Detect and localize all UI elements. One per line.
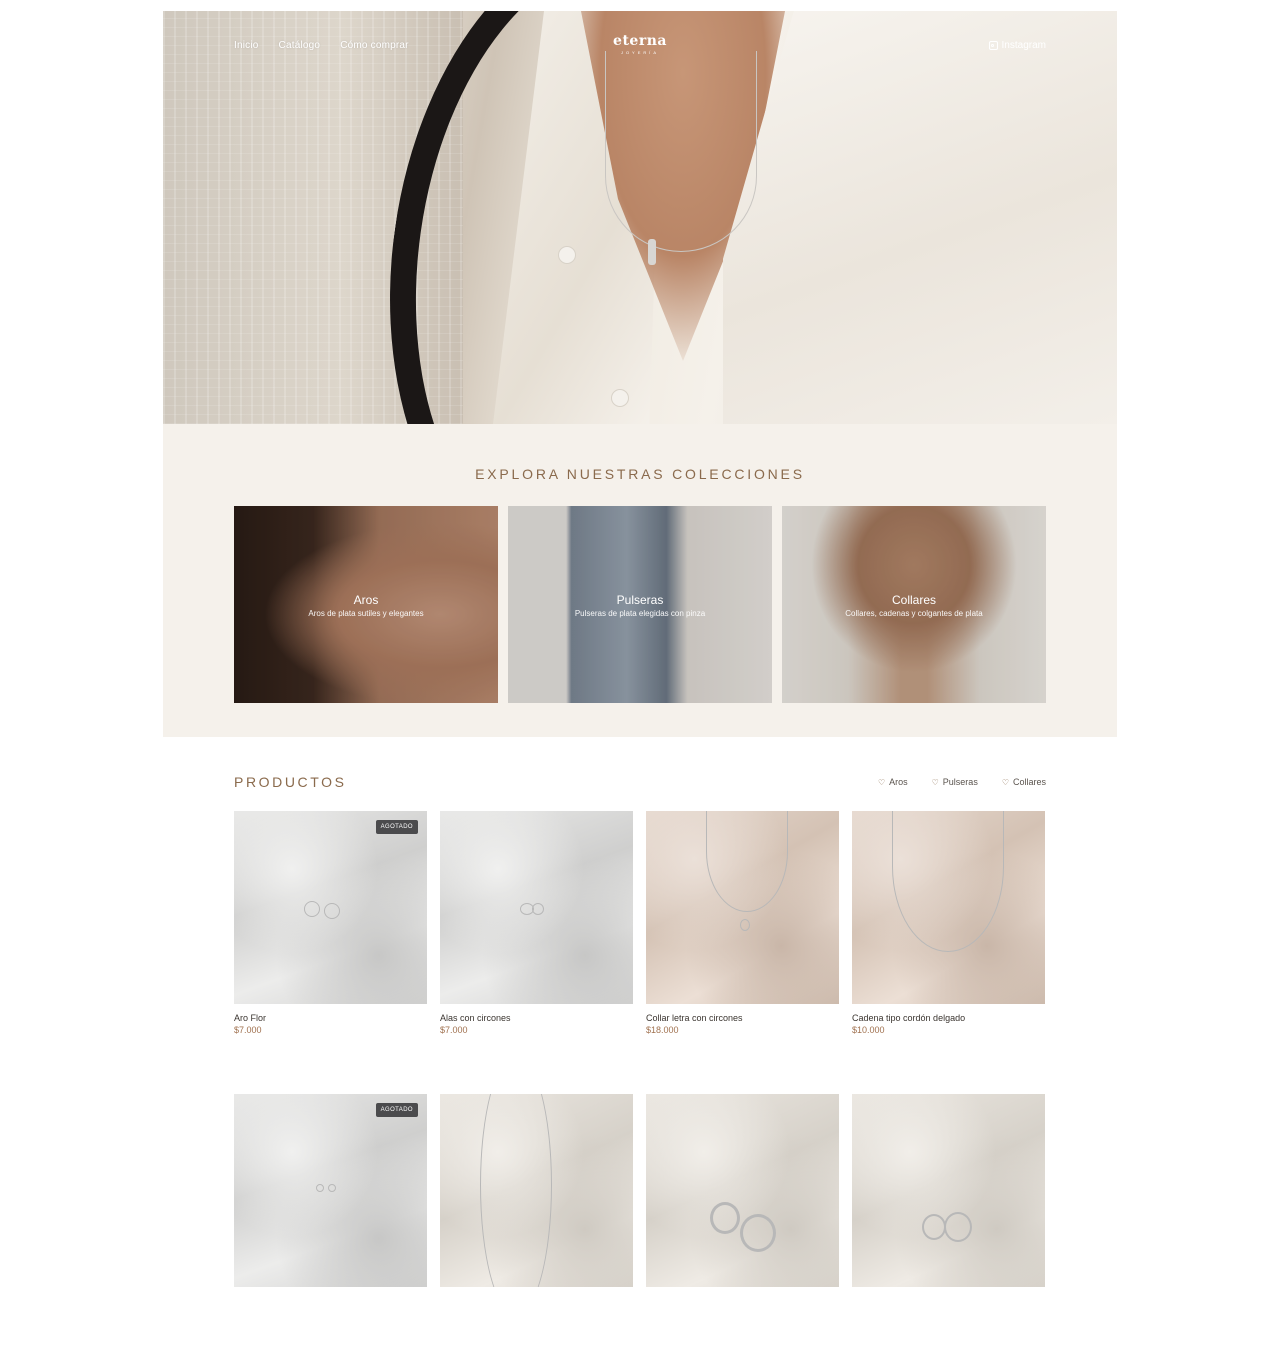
collection-card-desc: Collares, cadenas y colgantes de plata <box>845 609 983 618</box>
earring-shape <box>304 901 320 917</box>
product-row: AGOTADO <box>234 1094 1046 1287</box>
product-image <box>646 811 839 1004</box>
product-image <box>440 811 633 1004</box>
product-image <box>440 1094 633 1287</box>
collection-card-title: Collares <box>891 593 936 607</box>
product-card[interactable]: Cadena tipo cordón delgado $10.000 <box>852 811 1045 1035</box>
earring-shape <box>316 1184 324 1192</box>
product-image <box>646 1094 839 1287</box>
filter-label: Collares <box>1012 777 1046 787</box>
product-image: AGOTADO <box>234 1094 427 1287</box>
earring-shape <box>324 903 340 919</box>
products-heading: PRODUCTOS <box>234 774 347 790</box>
product-price: $18.000 <box>646 1025 679 1035</box>
product-card[interactable] <box>852 1094 1045 1287</box>
product-image: AGOTADO <box>234 811 427 1004</box>
hero-pendant <box>648 239 656 265</box>
product-image <box>852 811 1045 1004</box>
brand-logo[interactable]: eterna JOYERÍA <box>163 33 1117 55</box>
pendant-shape <box>740 919 750 931</box>
bracelet-shape <box>480 1094 552 1287</box>
product-price: $7.000 <box>234 1025 262 1035</box>
hoop-shape <box>740 1214 776 1252</box>
instagram-icon <box>988 41 998 50</box>
earring-shape <box>328 1184 336 1192</box>
hero-necklace <box>605 51 757 252</box>
filter-pulseras[interactable]: ♡ Pulseras <box>932 777 978 787</box>
filter-aros[interactable]: ♡ Aros <box>878 777 908 787</box>
product-name: Cadena tipo cordón delgado <box>852 1013 966 1023</box>
product-grid: AGOTADO Aro Flor $7.000 Alas con circone… <box>234 811 1046 1346</box>
product-photo <box>646 1094 839 1287</box>
product-card[interactable] <box>440 1094 633 1287</box>
category-filters: ♡ Aros ♡ Pulseras ♡ Collares <box>878 777 1046 787</box>
earring-shape <box>532 903 544 915</box>
page: Inicio Catálogo Cómo comprar eterna JOYE… <box>163 11 1117 1287</box>
collection-card-collares[interactable]: Collares Collares, cadenas y colgantes d… <box>782 506 1046 703</box>
brand-logo-sub: JOYERÍA <box>620 50 660 55</box>
sold-out-badge: AGOTADO <box>375 1103 418 1117</box>
product-card[interactable]: Collar letra con circones $18.000 <box>646 811 839 1035</box>
top-nav: Inicio Catálogo Cómo comprar eterna JOYE… <box>163 11 1117 79</box>
product-photo <box>852 1094 1045 1287</box>
instagram-label: Instagram <box>1001 40 1046 51</box>
hero-banner: Inicio Catálogo Cómo comprar eterna JOYE… <box>163 11 1117 424</box>
collection-card-desc: Pulseras de plata elegidas con pinza <box>574 609 706 618</box>
filter-collares[interactable]: ♡ Collares <box>1002 777 1046 787</box>
product-card[interactable]: AGOTADO Aro Flor $7.000 <box>234 811 427 1035</box>
heart-icon: ♡ <box>877 777 886 787</box>
product-name: Alas con circones <box>440 1013 511 1023</box>
heart-icon: ♡ <box>931 777 939 787</box>
product-name: Aro Flor <box>234 1013 267 1023</box>
product-image <box>852 1094 1045 1287</box>
hoop-shape <box>922 1214 946 1240</box>
collection-card-desc: Aros de plata sutiles y elegantes <box>308 609 424 618</box>
collection-card-pulseras[interactable]: Pulseras Pulseras de plata elegidas con … <box>508 506 772 703</box>
filter-label: Pulseras <box>942 777 978 787</box>
product-card[interactable]: Alas con circones $7.000 <box>440 811 633 1035</box>
products-header: PRODUCTOS ♡ Aros ♡ Pulseras ♡ Collares <box>234 774 1046 794</box>
collections-section: EXPLORA NUESTRAS COLECCIONES Aros Aros d… <box>163 424 1117 737</box>
hero-shirt-button <box>558 246 576 264</box>
filter-label: Aros <box>889 777 908 787</box>
collection-card-title: Pulseras <box>616 593 664 607</box>
sold-out-badge: AGOTADO <box>375 820 418 834</box>
collection-cards: Aros Aros de plata sutiles y elegantes P… <box>234 506 1046 703</box>
product-card[interactable] <box>646 1094 839 1287</box>
collections-heading: EXPLORA NUESTRAS COLECCIONES <box>475 466 805 482</box>
hoop-shape <box>710 1202 740 1234</box>
collection-card-title: Aros <box>353 593 379 607</box>
heart-icon: ♡ <box>1001 777 1009 787</box>
collection-card-aros[interactable]: Aros Aros de plata sutiles y elegantes <box>234 506 498 703</box>
instagram-link[interactable]: Instagram <box>988 40 1046 51</box>
hoop-shape <box>944 1212 972 1242</box>
product-row: AGOTADO Aro Flor $7.000 Alas con circone… <box>234 811 1046 1035</box>
product-name: Collar letra con circones <box>646 1013 743 1023</box>
product-price: $10.000 <box>852 1025 885 1035</box>
hero-shirt-button <box>611 389 629 407</box>
brand-logo-word: eterna <box>613 33 667 49</box>
product-card[interactable]: AGOTADO <box>234 1094 427 1287</box>
product-price: $7.000 <box>440 1025 468 1035</box>
